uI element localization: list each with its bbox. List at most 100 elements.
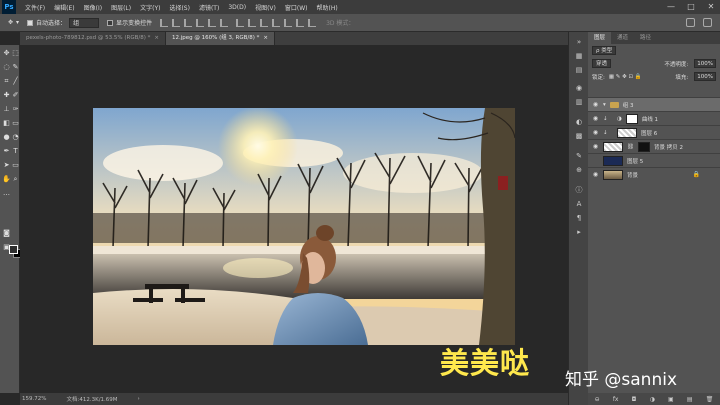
brush-tool-icon[interactable]: ✐ xyxy=(11,91,20,99)
distribute-hcenter-icon[interactable] xyxy=(284,18,293,27)
lasso-tool-icon[interactable]: ◌ xyxy=(2,63,11,71)
eye-icon[interactable]: ◉ xyxy=(592,143,599,150)
distribute-left-icon[interactable] xyxy=(272,18,281,27)
layer-mask-thumbnail[interactable] xyxy=(625,113,638,124)
chevron-down-icon[interactable]: ▾ xyxy=(603,102,606,108)
tab-12-jpeg[interactable]: 12.jpeg @ 160% (组 3, RGB/8) * × xyxy=(166,32,275,45)
distribute-vcenter-icon[interactable] xyxy=(248,18,257,27)
tab-pexels-photo[interactable]: pexels-photo-789812.psd @ 53.5% (RGB/8) … xyxy=(20,32,166,45)
opacity-field[interactable]: 100% xyxy=(694,59,716,68)
layer-thumbnail[interactable] xyxy=(603,169,623,180)
status-menu-arrow[interactable]: › xyxy=(138,396,140,402)
tab-channels[interactable]: 通道 xyxy=(611,32,634,44)
maximize-button[interactable]: □ xyxy=(686,1,696,12)
align-vcenter-icon[interactable] xyxy=(172,18,181,27)
color-icon[interactable]: ◉ xyxy=(575,84,583,92)
layer-row-group-3[interactable]: ◉ ▾ 组 3 xyxy=(588,97,720,111)
eye-icon[interactable]: ◉ xyxy=(592,101,599,108)
align-right-icon[interactable] xyxy=(220,18,229,27)
fill-field[interactable]: 100% xyxy=(694,72,716,81)
distribute-bottom-icon[interactable] xyxy=(260,18,269,27)
layer-row-background[interactable]: ◉ 背景 🔒 xyxy=(588,167,720,181)
character-icon[interactable]: A xyxy=(575,200,583,208)
clone-source-icon[interactable]: ⊕ xyxy=(575,166,583,174)
search-icon[interactable] xyxy=(686,18,695,27)
menu-image[interactable]: 图像(I) xyxy=(84,3,102,12)
hand-tool-icon[interactable]: ✋ xyxy=(2,175,11,183)
link-layers-icon[interactable]: ⊖ xyxy=(595,396,600,403)
chain-icon[interactable]: ⛓ xyxy=(627,144,634,150)
layer-thumbnail[interactable] xyxy=(617,127,637,138)
layer-thumbnail[interactable] xyxy=(603,141,623,152)
menu-filter[interactable]: 滤镜(T) xyxy=(199,3,219,12)
show-transform-option[interactable]: 显示变换控件 xyxy=(107,18,152,27)
tab-paths[interactable]: 路径 xyxy=(634,32,657,44)
layer-row-bg-copy-2[interactable]: ◉ ⛓ 背景 拷贝 2 xyxy=(588,139,720,153)
eye-icon[interactable]: ◉ xyxy=(592,171,599,178)
trash-icon[interactable]: 🗑 xyxy=(706,396,714,403)
clone-stamp-icon[interactable]: ⊥ xyxy=(2,105,11,113)
menu-view[interactable]: 视图(V) xyxy=(255,3,276,12)
close-icon[interactable]: × xyxy=(154,35,159,41)
shape-tool-icon[interactable]: ▭ xyxy=(11,161,20,169)
history-icon[interactable]: ▦ xyxy=(575,52,583,60)
info-icon[interactable]: ⓘ xyxy=(575,186,583,194)
pen-tool-icon[interactable]: ✒ xyxy=(2,147,11,155)
close-icon[interactable]: × xyxy=(263,35,268,41)
path-select-icon[interactable]: ➤ xyxy=(2,161,11,169)
add-mask-icon[interactable]: ◘ xyxy=(632,396,637,403)
gradient-tool-icon[interactable]: ▭ xyxy=(11,119,20,127)
layer-row-curves-1[interactable]: ◉ ↓ ◑ 曲线 1 xyxy=(588,111,720,125)
layer-thumbnail[interactable] xyxy=(603,155,623,166)
adjustments-icon[interactable]: ◐ xyxy=(575,118,583,126)
layer-row-layer-6[interactable]: ◉ ↓ 图层 6 xyxy=(588,125,720,139)
minimize-button[interactable]: — xyxy=(666,1,676,12)
layer-mask-thumbnail[interactable] xyxy=(637,141,650,152)
actions-icon[interactable]: ▸ xyxy=(575,228,583,236)
workspace-icon[interactable] xyxy=(703,18,712,27)
eye-icon[interactable]: ◉ xyxy=(592,129,599,136)
tab-layers[interactable]: 图层 xyxy=(588,32,612,44)
paragraph-icon[interactable]: ¶ xyxy=(575,214,583,222)
auto-select-dropdown[interactable]: 组 xyxy=(69,17,100,28)
layer-style-icon[interactable]: fx xyxy=(613,396,619,403)
blur-tool-icon[interactable]: ● xyxy=(2,133,11,141)
new-layer-icon[interactable]: ▤ xyxy=(687,396,693,403)
adjustment-layer-icon[interactable]: ◑ xyxy=(650,396,655,403)
eyedropper-icon[interactable]: ╱ xyxy=(11,77,20,85)
menu-file[interactable]: 文件(F) xyxy=(25,3,45,12)
align-hcenter-icon[interactable] xyxy=(208,18,217,27)
lock-icons[interactable]: ▦ ✎ ✥ ⊡ 🔒 xyxy=(609,74,642,80)
layer-filter-dropdown[interactable]: ρ 类型 xyxy=(592,46,617,55)
align-bottom-icon[interactable] xyxy=(184,18,193,27)
quick-select-icon[interactable]: ✎ xyxy=(11,63,20,71)
menu-3d[interactable]: 3D(D) xyxy=(228,4,246,11)
zoom-tool-icon[interactable]: ⌕ xyxy=(11,175,20,183)
crop-tool-icon[interactable]: ⌗ xyxy=(2,77,11,85)
zoom-level[interactable]: 159.72% xyxy=(22,396,46,402)
healing-brush-icon[interactable]: ✚ xyxy=(2,91,11,99)
menu-help[interactable]: 帮助(H) xyxy=(317,3,338,12)
auto-select-option[interactable]: 自动选择： 组 xyxy=(27,17,100,28)
move-tool-icon[interactable]: ✥ xyxy=(2,49,11,57)
document-canvas-photo[interactable] xyxy=(93,108,515,345)
foreground-color[interactable] xyxy=(9,245,18,254)
styles-icon[interactable]: ▩ xyxy=(575,132,583,140)
eraser-icon[interactable]: ◧ xyxy=(2,119,11,127)
menu-edit[interactable]: 编辑(E) xyxy=(54,3,74,12)
distribute-right-icon[interactable] xyxy=(296,18,305,27)
dodge-tool-icon[interactable]: ◔ xyxy=(11,133,20,141)
distribute-top-icon[interactable] xyxy=(236,18,245,27)
auto-select-checkbox[interactable] xyxy=(27,19,34,26)
layer-row-layer-5[interactable]: 图层 5 xyxy=(588,153,720,167)
history-brush-icon[interactable]: ✑ xyxy=(11,105,20,113)
close-button[interactable]: ✕ xyxy=(706,1,716,12)
menu-select[interactable]: 选择(S) xyxy=(169,3,190,12)
properties-icon[interactable]: ▤ xyxy=(575,66,583,74)
marquee-tool-icon[interactable]: ⬚ xyxy=(11,49,20,57)
swatches-icon[interactable]: ▥ xyxy=(575,98,583,106)
move-tool-preset[interactable]: ✥ ▾ xyxy=(8,19,19,26)
collapse-icon[interactable]: » xyxy=(575,38,583,46)
menu-type[interactable]: 文字(Y) xyxy=(140,3,160,12)
auto-align-icon[interactable] xyxy=(308,18,317,27)
